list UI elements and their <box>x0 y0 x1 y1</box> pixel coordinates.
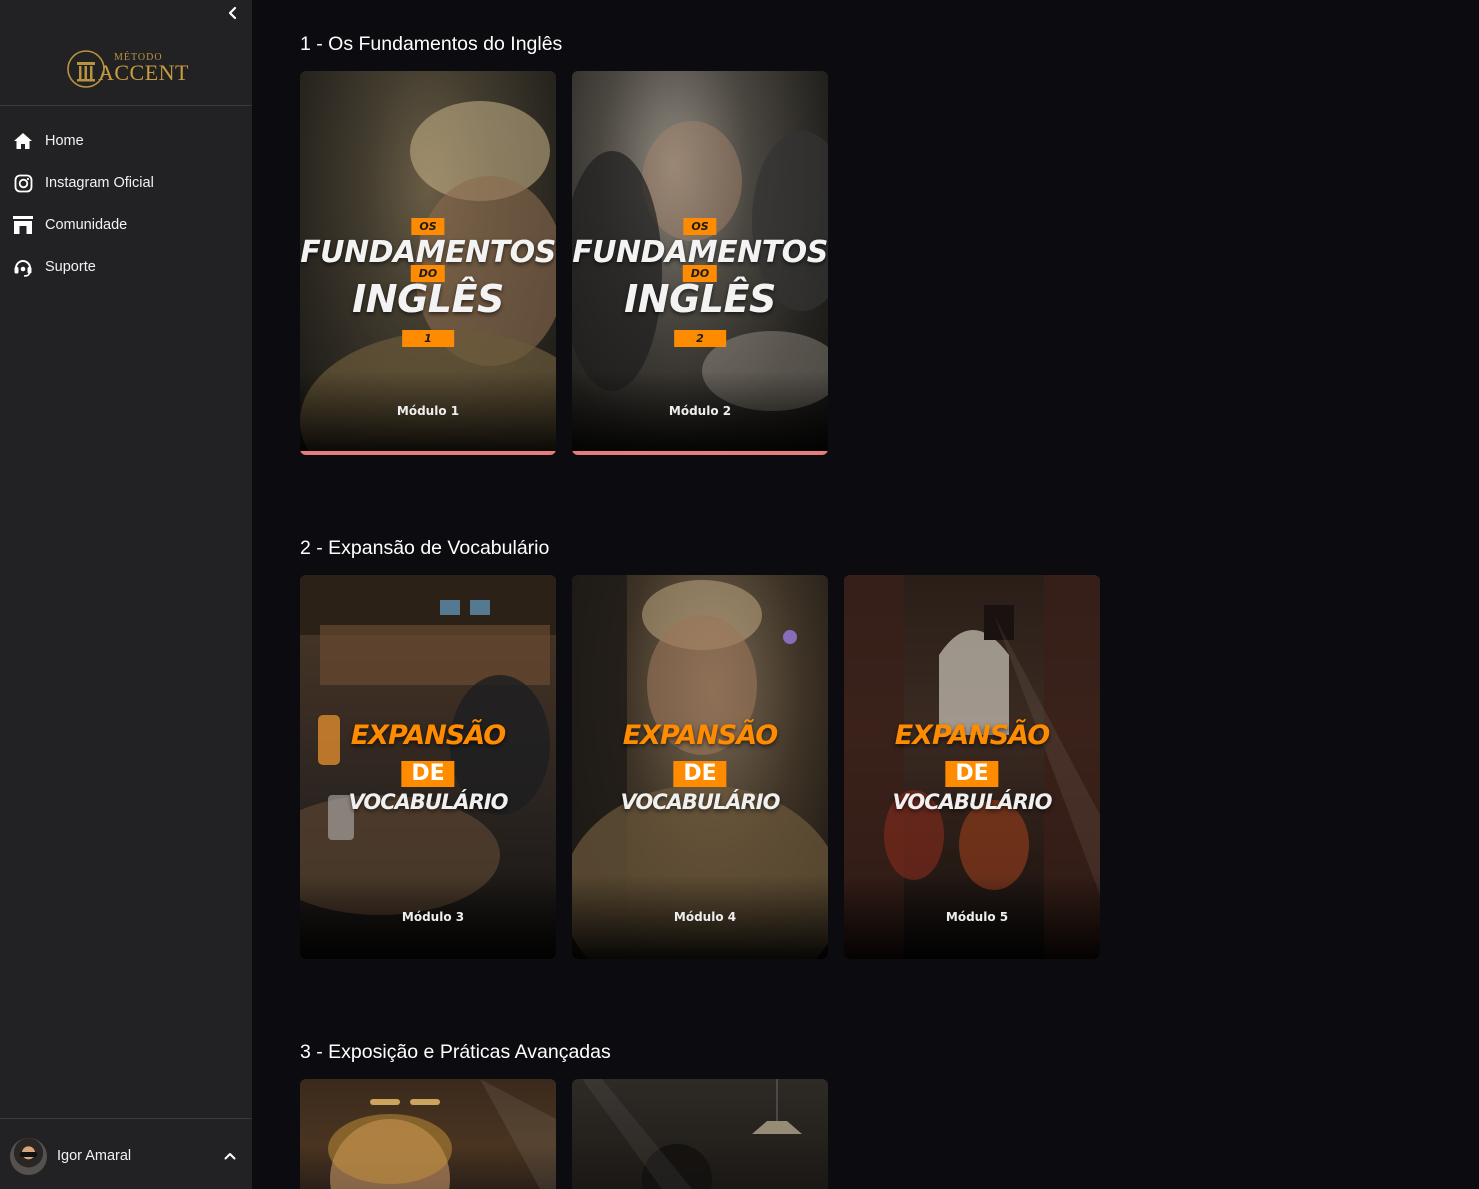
card-title-small-top: OS <box>683 218 717 235</box>
sidebar-bottom-divider <box>0 1118 252 1119</box>
card-title-line2: VOCABULÁRIO <box>348 790 509 814</box>
card-number: 2 <box>674 330 726 347</box>
module-card-1[interactable]: OS FUNDAMENTOS DO INGLÊS 1 Módulo 1 <box>300 71 556 455</box>
logo-main-text: ACCENT <box>98 60 189 85</box>
nav-label: Instagram Oficial <box>45 175 154 191</box>
home-icon <box>12 130 34 152</box>
card-title-line2: VOCABULÁRIO <box>620 790 781 814</box>
nav-item-home[interactable]: Home <box>0 120 252 162</box>
card-photo <box>582 1079 802 1189</box>
card-title-de: DE <box>673 761 727 787</box>
section-title: 3 - Exposição e Práticas Avançadas <box>300 1041 611 1063</box>
user-name: Igor Amaral <box>57 1148 132 1164</box>
module-card-6[interactable] <box>300 1079 556 1189</box>
main-content: 1 - Os Fundamentos do Inglês OS FUNDAMEN… <box>300 0 1440 1189</box>
nav-label: Comunidade <box>45 217 128 233</box>
card-number: 1 <box>402 330 454 347</box>
card-label: Módulo 4 <box>673 910 737 924</box>
card-photo <box>328 1079 556 1189</box>
card-title-line2: INGLÊS <box>624 277 776 321</box>
logo[interactable]: MÉTODO ACCENT <box>66 44 189 92</box>
section-title: 2 - Expansão de Vocabulário <box>300 537 550 559</box>
app: MÉTODO ACCENT Home Instagram Oficial Com… <box>0 0 1479 1189</box>
chevron-left-icon <box>228 6 237 20</box>
card-title-line1: EXPANSÃO <box>350 720 507 751</box>
progress-bar <box>572 451 828 455</box>
module-card-7[interactable] <box>572 1079 828 1189</box>
nav-label: Suporte <box>45 259 96 275</box>
chevron-up-icon <box>222 1148 238 1164</box>
card-title-line2: VOCABULÁRIO <box>892 790 1053 814</box>
section-title: 1 - Os Fundamentos do Inglês <box>300 33 563 55</box>
collapse-sidebar-button[interactable] <box>222 2 244 24</box>
nav-item-instagram[interactable]: Instagram Oficial <box>0 162 252 204</box>
card-title-line1: EXPANSÃO <box>894 720 1051 751</box>
sidebar: MÉTODO ACCENT Home Instagram Oficial Com… <box>0 0 252 1189</box>
nav-item-comunidade[interactable]: Comunidade <box>0 204 252 246</box>
instagram-icon <box>12 172 34 194</box>
card-label: Módulo 2 <box>668 404 732 418</box>
user-menu[interactable]: Igor Amaral <box>10 1137 242 1175</box>
card-title-de: DE <box>945 761 999 787</box>
card-title-line2: INGLÊS <box>352 277 504 321</box>
progress-fill <box>572 451 828 455</box>
sidebar-divider <box>0 105 252 106</box>
module-card-2[interactable]: OS FUNDAMENTOS DO INGLÊS 2 Módulo 2 <box>572 71 828 455</box>
avatar <box>10 1137 47 1175</box>
nav-label: Home <box>45 133 84 149</box>
card-label: Módulo 1 <box>396 404 460 418</box>
card-label: Módulo 3 <box>401 910 465 924</box>
card-label: Módulo 5 <box>945 910 1009 924</box>
community-icon <box>12 214 34 236</box>
progress-fill <box>300 451 556 455</box>
module-card-5[interactable]: EXPANSÃO DE VOCABULÁRIO Módulo 5 <box>844 575 1100 959</box>
headset-icon <box>12 256 34 278</box>
card-title-small-top: OS <box>411 218 445 235</box>
card-title-line1: EXPANSÃO <box>622 720 779 751</box>
card-title-de: DE <box>401 761 455 787</box>
nav-item-suporte[interactable]: Suporte <box>0 246 252 288</box>
progress-bar <box>300 451 556 455</box>
module-card-4[interactable]: EXPANSÃO DE VOCABULÁRIO Módulo 4 <box>572 575 828 959</box>
module-card-3[interactable]: EXPANSÃO DE VOCABULÁRIO Módulo 3 <box>300 575 556 959</box>
sidebar-nav: Home Instagram Oficial Comunidade Suport… <box>0 120 252 288</box>
